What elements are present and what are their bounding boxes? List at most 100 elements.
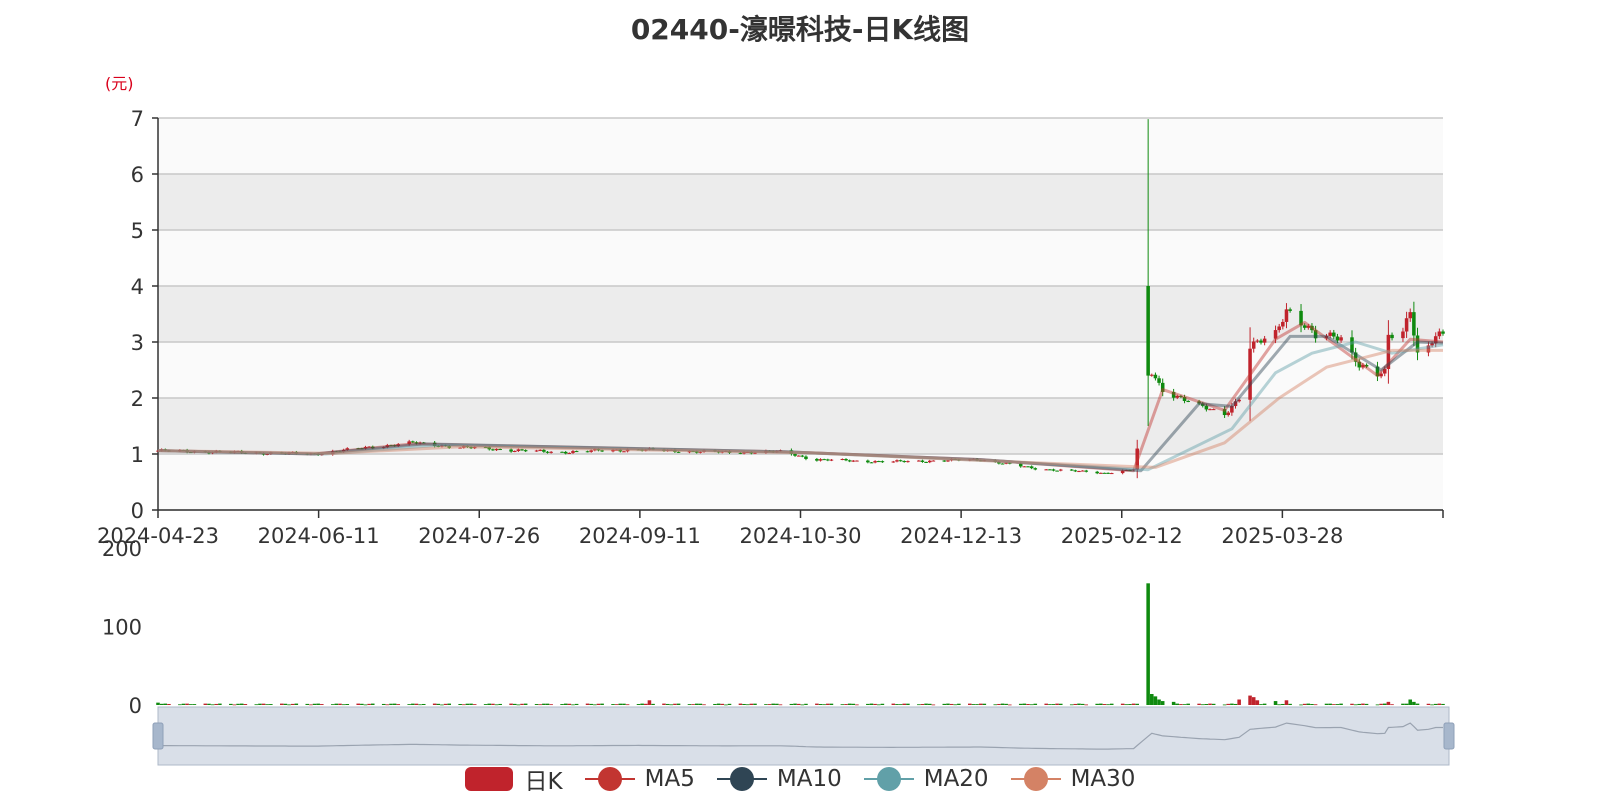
volume-bar (440, 704, 444, 706)
volume-bar (185, 703, 189, 705)
volume-bar (1441, 703, 1445, 705)
legend-swatch (716, 766, 767, 792)
volume-bar (1226, 703, 1230, 705)
candle-body (844, 459, 848, 461)
volume-bar (178, 704, 182, 706)
volume-bar (345, 704, 350, 705)
candle-body (411, 441, 415, 443)
candle-body (509, 449, 513, 452)
plot-band (158, 230, 1443, 286)
x-tick-label: 2024-12-13 (900, 524, 1022, 548)
volume-bar (815, 703, 819, 705)
volume-bar (320, 704, 324, 705)
volume-bar (800, 704, 805, 706)
volume-bar (625, 704, 630, 706)
candle-body (931, 460, 936, 462)
volume-bar (1408, 699, 1413, 705)
volume-bar (676, 703, 681, 705)
volume-bar (614, 704, 619, 706)
candle-body (1000, 463, 1005, 465)
volume-bar (953, 704, 957, 706)
volume-y-tick-label: 200 (102, 537, 142, 561)
volume-bar (1259, 704, 1263, 705)
candle-body (1437, 331, 1442, 337)
legend-item-ma30[interactable]: MA30 (1010, 766, 1135, 792)
volume-bar (727, 703, 732, 705)
volume-bar (1299, 704, 1303, 706)
volume-bar (1069, 704, 1074, 706)
volume-bar (1153, 696, 1158, 705)
candle-body (1186, 400, 1190, 402)
candle-body (523, 450, 528, 452)
volume-bar (596, 703, 601, 705)
legend-swatch (464, 766, 515, 792)
volume-bar (891, 703, 896, 705)
legend-item-ma10[interactable]: MA10 (716, 766, 842, 792)
volume-bar (993, 704, 998, 706)
volume-bar (793, 703, 797, 705)
volume-bar (1437, 703, 1442, 705)
candle-body (1281, 321, 1285, 327)
candle-body (895, 460, 899, 462)
volume-bar (967, 703, 972, 705)
candle-body (1328, 332, 1332, 336)
plot-band (158, 118, 1443, 174)
volume-bar (822, 704, 826, 706)
y-tick-label: 5 (131, 219, 144, 243)
candle-body (589, 450, 593, 452)
volume-bar (804, 703, 808, 705)
candle-body (494, 449, 499, 451)
volume-bar (1200, 704, 1205, 706)
legend-item-ma20[interactable]: MA20 (863, 766, 989, 792)
volume-bar (589, 703, 593, 705)
volume-bar (1426, 703, 1431, 705)
volume-bar (520, 703, 524, 705)
volume-bar (1233, 703, 1238, 705)
candle-body (1255, 340, 1260, 342)
volume-bar (283, 703, 288, 705)
candle-body (571, 451, 575, 453)
legend-item-ma5[interactable]: MA5 (584, 766, 695, 792)
y-tick-label: 6 (131, 163, 144, 187)
volume-bar (330, 704, 335, 706)
volume-bar (975, 704, 979, 705)
volume-bar (764, 704, 768, 705)
volume-bar (1339, 703, 1343, 705)
candle-body (1153, 374, 1158, 379)
volume-bar (1386, 701, 1391, 705)
candle-body (585, 451, 590, 453)
volume-bar (469, 703, 473, 705)
candle-body (851, 460, 856, 462)
volume-bar (651, 703, 655, 705)
volume-bar (203, 703, 208, 705)
datazoom-right-handle[interactable] (1443, 722, 1455, 750)
candle-body (847, 460, 852, 462)
volume-bar (181, 703, 186, 705)
candle-body (793, 453, 797, 456)
volume-bar (1059, 703, 1063, 705)
candle-body (840, 459, 845, 461)
candle-body (1339, 337, 1343, 341)
datazoom-left-handle[interactable] (152, 722, 164, 750)
volume-bar (312, 703, 317, 705)
volume-bar (360, 703, 364, 705)
volume-y-tick-label: 0 (129, 694, 142, 718)
volume-bar (1051, 704, 1056, 705)
volume-bar (982, 703, 987, 705)
volume-bar (851, 703, 856, 705)
candle-body (876, 461, 881, 463)
volume-bar (691, 704, 695, 705)
volume-bar (855, 704, 859, 706)
legend-item-日k[interactable]: 日K (464, 762, 563, 796)
volume-bar (724, 704, 728, 706)
volume-bar (738, 703, 743, 705)
candle-body (1302, 325, 1307, 328)
volume-bar (309, 704, 313, 706)
candle-body (545, 451, 550, 453)
candle-body (1059, 469, 1063, 471)
volume-bar (669, 704, 674, 706)
volume-bar (622, 703, 626, 705)
y-tick-label: 4 (131, 275, 144, 299)
volume-bar (341, 704, 346, 706)
candle-body (534, 450, 539, 452)
